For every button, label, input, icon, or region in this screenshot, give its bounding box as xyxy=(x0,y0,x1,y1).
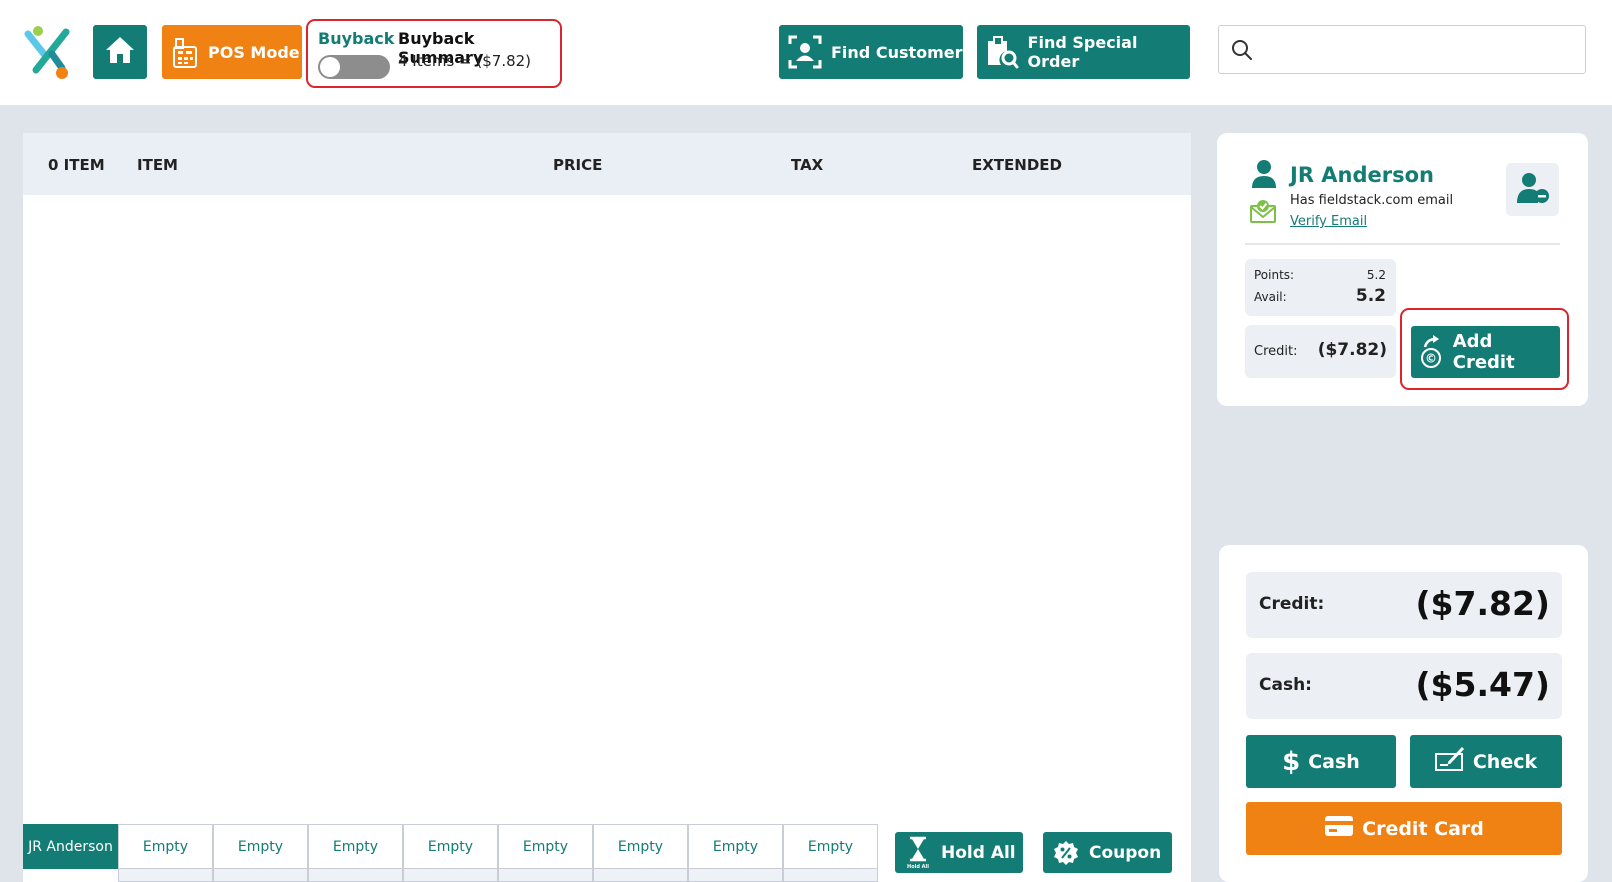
column-item-count: 0 ITEM xyxy=(48,156,105,174)
tab-spacer xyxy=(593,869,688,882)
buyback-toggle[interactable] xyxy=(318,55,390,79)
points-value: 5.2 xyxy=(1366,268,1386,282)
customer-credit-label: Credit: xyxy=(1254,344,1298,359)
avail-value: 5.2 xyxy=(1355,286,1386,306)
toggle-knob xyxy=(320,57,340,77)
cart-panel: 0 ITEM ITEM PRICE TAX EXTENDED JR Anders… xyxy=(23,133,1191,882)
column-tax: TAX xyxy=(791,156,824,174)
coupon-button[interactable]: Coupon xyxy=(1043,832,1172,873)
check-icon xyxy=(1434,746,1465,777)
remove-customer-button[interactable] xyxy=(1506,163,1559,216)
coupon-icon xyxy=(1043,840,1089,866)
column-price: PRICE xyxy=(553,156,603,174)
buyback-summary-text: 4 Items = ($7.82) xyxy=(398,52,532,70)
add-credit-button[interactable]: © Add Credit xyxy=(1411,326,1560,378)
pos-mode-button[interactable]: POS Mode xyxy=(162,25,302,79)
tab-spacer xyxy=(213,869,308,882)
search-input[interactable] xyxy=(1263,36,1573,64)
column-item: ITEM xyxy=(137,156,178,174)
search-box[interactable] xyxy=(1218,25,1586,74)
tab-spacer xyxy=(118,869,213,882)
svg-text:©: © xyxy=(1425,352,1437,366)
payment-card: Credit: ($7.82) Cash: ($5.47) $ Cash Che… xyxy=(1219,545,1588,882)
home-button[interactable] xyxy=(93,25,147,79)
tab-spacer xyxy=(498,869,593,882)
check-button[interactable]: Check xyxy=(1410,735,1562,788)
find-customer-icon xyxy=(779,35,831,69)
points-label: Points: xyxy=(1254,268,1295,282)
home-icon xyxy=(104,35,136,69)
pos-mode-label: POS Mode xyxy=(208,42,300,62)
order-tab-empty[interactable]: Empty xyxy=(403,824,498,869)
add-credit-highlight: © Add Credit xyxy=(1400,308,1569,390)
verify-email-link[interactable]: Verify Email xyxy=(1290,214,1367,229)
tab-spacer xyxy=(688,869,783,882)
person-icon xyxy=(1251,159,1277,193)
points-box: Points: 5.2 Avail: 5.2 xyxy=(1245,259,1396,316)
buyback-toggle-label: Buyback xyxy=(318,29,395,48)
credit-card-button-label: Credit Card xyxy=(1362,817,1484,840)
coupon-label: Coupon xyxy=(1089,842,1162,863)
avail-label: Avail: xyxy=(1254,290,1287,304)
find-special-order-button[interactable]: Find Special Order xyxy=(977,25,1190,79)
order-tab-empty[interactable]: Empty xyxy=(783,824,878,869)
payment-cash-row: Cash: ($5.47) xyxy=(1246,653,1562,719)
hold-all-label: Hold All xyxy=(941,842,1016,863)
remove-customer-icon xyxy=(1515,171,1551,209)
payment-credit-value: ($7.82) xyxy=(1415,584,1550,623)
check-button-label: Check xyxy=(1472,750,1538,773)
credit-card-button[interactable]: Credit Card xyxy=(1246,802,1562,855)
dollar-icon: $ xyxy=(1282,746,1301,777)
cash-button[interactable]: $ Cash xyxy=(1246,735,1396,788)
column-extended: EXTENDED xyxy=(972,156,1062,174)
customer-credit-box: Credit: ($7.82) xyxy=(1245,325,1396,378)
order-tab-empty[interactable]: Empty xyxy=(593,824,688,869)
pos-terminal-icon xyxy=(162,35,208,69)
order-tab-empty[interactable]: Empty xyxy=(688,824,783,869)
top-bar: POS Mode Buyback Buyback Summary 4 Items… xyxy=(0,0,1612,105)
hourglass-icon: Hold All xyxy=(895,836,941,870)
order-tab-empty[interactable]: Empty xyxy=(118,824,213,869)
find-customer-label: Find Customer xyxy=(831,42,963,62)
payment-cash-value: ($5.47) xyxy=(1415,665,1550,704)
payment-credit-label: Credit: xyxy=(1259,594,1325,614)
add-credit-label: Add Credit xyxy=(1452,331,1515,373)
cash-button-label: Cash xyxy=(1308,750,1360,773)
order-tab-jr-anderson[interactable]: JR Anderson xyxy=(23,824,118,869)
app-logo-icon xyxy=(22,24,74,80)
email-status: Has fieldstack.com email xyxy=(1290,193,1454,208)
tab-spacer xyxy=(403,869,498,882)
customer-credit-value: ($7.82) xyxy=(1317,340,1387,360)
hold-all-button[interactable]: Hold All Hold All xyxy=(895,832,1023,873)
order-tab-empty[interactable]: Empty xyxy=(308,824,403,869)
credit-card-icon xyxy=(1324,815,1354,842)
payment-credit-row: Credit: ($7.82) xyxy=(1246,572,1562,638)
find-customer-button[interactable]: Find Customer xyxy=(779,25,963,79)
customer-card: JR Anderson Has fieldstack.com email Ver… xyxy=(1217,133,1588,406)
search-icon xyxy=(1231,39,1253,65)
order-tab-empty[interactable]: Empty xyxy=(498,824,593,869)
payment-cash-label: Cash: xyxy=(1259,675,1312,695)
buyback-summary-panel: Buyback Buyback Summary 4 Items = ($7.82… xyxy=(306,19,562,88)
verified-email-icon xyxy=(1249,198,1277,228)
tab-spacer xyxy=(783,869,878,882)
tab-spacer xyxy=(308,869,403,882)
divider xyxy=(1245,243,1560,245)
hold-all-icon-caption: Hold All xyxy=(907,864,929,870)
add-credit-icon: © xyxy=(1411,335,1453,369)
cart-header: 0 ITEM ITEM PRICE TAX EXTENDED xyxy=(23,133,1191,195)
find-order-icon xyxy=(977,35,1028,69)
order-tab-empty[interactable]: Empty xyxy=(213,824,308,869)
order-tabs: JR Anderson Empty Empty Empty Empty Empt… xyxy=(23,824,903,882)
find-special-order-label: Find Special Order xyxy=(1027,33,1138,71)
customer-name[interactable]: JR Anderson xyxy=(1290,163,1434,187)
